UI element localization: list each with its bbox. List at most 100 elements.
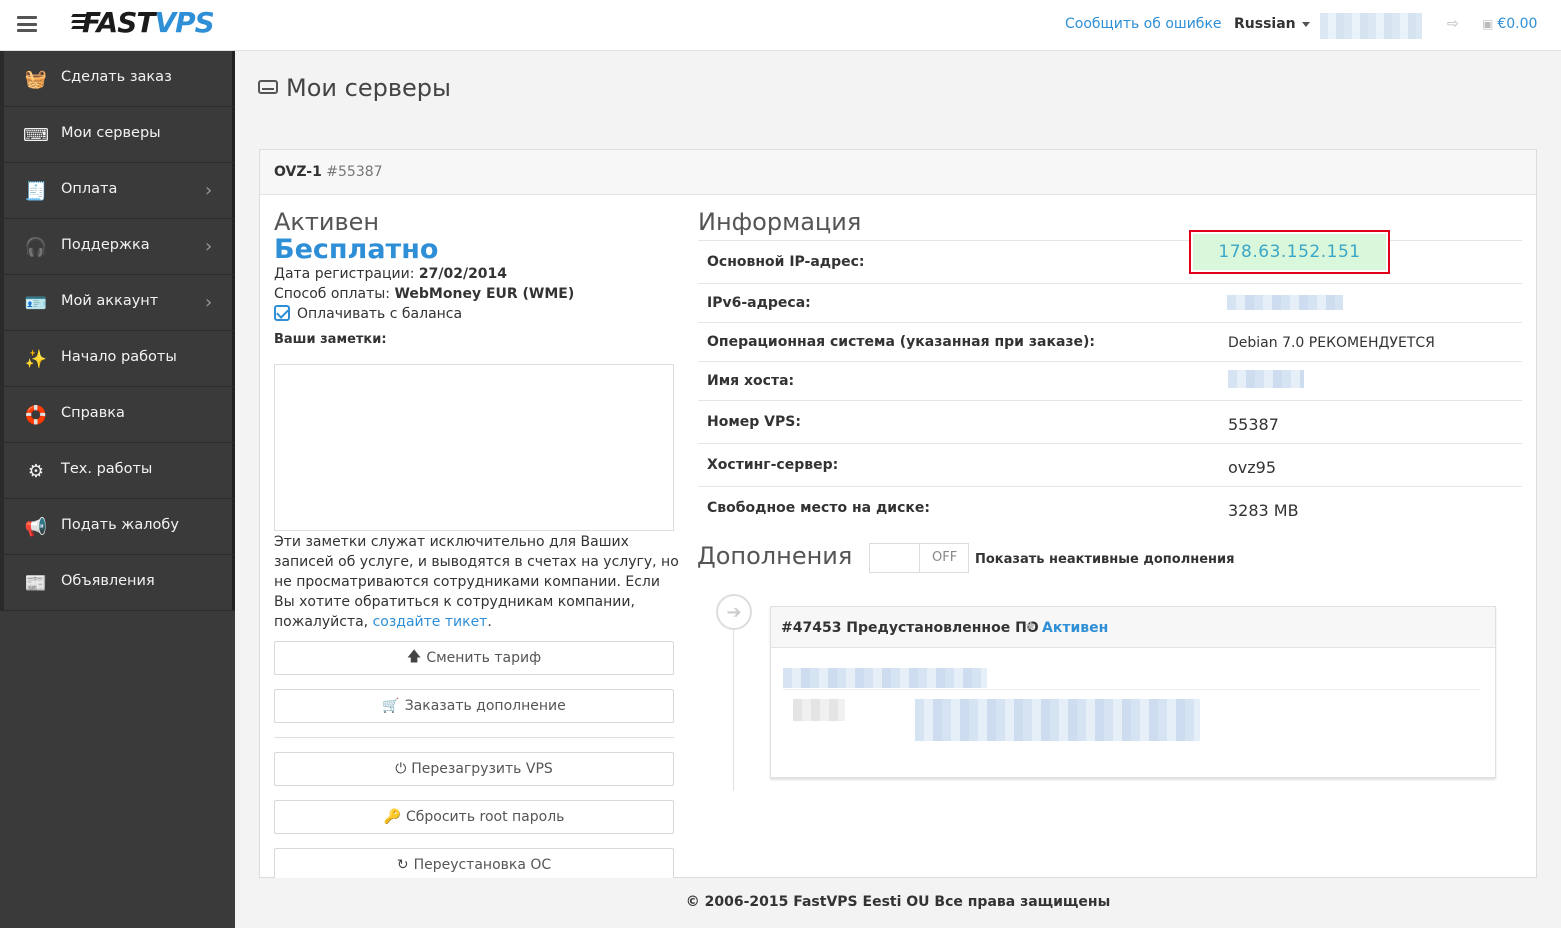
- addon-status: Активен: [1042, 620, 1109, 636]
- logout-icon[interactable]: ⇨: [1447, 16, 1459, 32]
- lifebuoy-icon: 🛟: [24, 404, 48, 426]
- invoice-icon: 🧾: [24, 180, 48, 202]
- cart-icon: 🛒: [382, 698, 400, 714]
- sidebar-item-7[interactable]: 🛟 Справка: [0, 387, 235, 443]
- menu-toggle-icon[interactable]: [17, 16, 37, 32]
- checkbox-checked-icon: [274, 305, 290, 321]
- server-number: #55387: [326, 164, 383, 180]
- sidebar-item-label: Тех. работы: [61, 461, 153, 477]
- sidebar-item-label: Мои серверы: [61, 125, 161, 141]
- info-label: Хостинг-сервер:: [707, 456, 839, 473]
- megaphone-icon: 📢: [24, 516, 48, 538]
- notes-help-text: Эти заметки служат исключительно для Ваш…: [274, 534, 679, 630]
- server-status: Активен: [274, 208, 380, 236]
- addon-value-redacted: [915, 699, 1200, 741]
- page-title: Мои серверы: [258, 74, 451, 102]
- toggle-state: OFF: [932, 550, 958, 565]
- hostname-redacted: [1228, 370, 1304, 388]
- sidebar-item-6[interactable]: ✨ Начало работы: [0, 331, 235, 387]
- sidebar-item-1[interactable]: 🧺 Сделать заказ: [0, 51, 235, 107]
- magic-wand-icon: ✨: [24, 348, 48, 370]
- top-bar: FASTVPS Сообщить об ошибке Russian ⇨ ▣ €0…: [0, 0, 1561, 51]
- info-row: Основной IP-адрес:: [698, 240, 1522, 283]
- info-value: Debian 7.0 РЕКОМЕНДУЕТСЯ: [1228, 334, 1435, 351]
- id-card-icon: 🪪: [24, 292, 48, 314]
- sidebar-item-3[interactable]: 🧾 Оплата ›: [0, 163, 235, 219]
- addon-card-header: #47453 Предустановленное ПО ★ Активен: [771, 607, 1495, 648]
- addon-card: #47453 Предустановленное ПО ★ Активен: [770, 606, 1496, 778]
- server-name: OVZ-1: [274, 164, 322, 180]
- sidebar-item-label: Оплата: [61, 181, 118, 197]
- basket-icon: 🧺: [24, 68, 48, 90]
- info-value: ovz95: [1228, 457, 1277, 477]
- info-label: IPv6-адреса:: [707, 294, 811, 311]
- sidebar-item-5[interactable]: 🪪 Мой аккаунт ›: [0, 275, 235, 331]
- sidebar-item-2[interactable]: ⌨ Мои серверы: [0, 107, 235, 163]
- toggle-label: Показать неактивные дополнения: [975, 552, 1235, 567]
- gear-icon: ⚙: [27, 460, 45, 482]
- sidebar-item-8[interactable]: ⚙ Тех. работы: [0, 443, 235, 499]
- info-row: Операционная система (указанная при зака…: [698, 322, 1522, 361]
- footer: © 2006-2015 FastVPS Eesti OU Все права з…: [235, 878, 1561, 928]
- inactive-addons-toggle[interactable]: OFF: [869, 543, 969, 573]
- timeline-line: [733, 625, 734, 791]
- notes-textarea[interactable]: [274, 364, 674, 531]
- info-title: Информация: [698, 208, 862, 236]
- addons-title: Дополнения: [697, 542, 853, 570]
- user-name-redacted[interactable]: [1320, 13, 1422, 39]
- sidebar-item-10[interactable]: 📰 Объявления: [0, 555, 235, 611]
- sidebar-item-9[interactable]: 📢 Подать жалобу: [0, 499, 235, 555]
- addon-label-redacted: [793, 699, 845, 721]
- info-row: Свободное место на диске: 3283 MB: [698, 486, 1522, 529]
- info-label: Операционная система (указанная при зака…: [707, 333, 1096, 350]
- language-selector[interactable]: Russian: [1234, 16, 1310, 32]
- info-label: Номер VPS:: [707, 413, 801, 430]
- sidebar-item-label: Объявления: [61, 573, 155, 589]
- sidebar-item-4[interactable]: 🎧 Поддержка ›: [0, 219, 235, 275]
- reboot-vps-button[interactable]: ⏻ Перезагрузить VPS: [274, 752, 674, 786]
- language-label: Russian: [1234, 16, 1296, 32]
- star-icon[interactable]: ★: [1025, 619, 1037, 634]
- toggle-knob: [870, 544, 920, 572]
- primary-ip-value[interactable]: 178.63.152.151: [1193, 234, 1386, 270]
- sidebar-item-label: Сделать заказ: [61, 69, 172, 85]
- info-label: Свободное место на диске:: [707, 499, 930, 516]
- arrow-right-circle-icon: ➔: [716, 594, 752, 630]
- copyright: © 2006-2015 FastVPS Eesti OU Все права з…: [685, 894, 1111, 910]
- server-price: Бесплатно: [274, 234, 439, 265]
- key-icon: 🔑: [383, 809, 401, 825]
- payment-method: Способ оплаты: WebMoney EUR (WME): [274, 286, 575, 302]
- reinstall-os-button[interactable]: ↻ Переустановка ОС: [274, 848, 674, 882]
- registration-date: Дата регистрации: 27/02/2014: [274, 266, 508, 282]
- info-value: 55387: [1228, 414, 1279, 434]
- keyboard-icon: ⌨: [23, 124, 49, 146]
- logo[interactable]: FASTVPS: [82, 6, 215, 39]
- info-table: Основной IP-адрес: IPv6-адреса: Операционн…: [698, 240, 1522, 529]
- balance-amount: €0.00: [1497, 16, 1538, 32]
- addon-details-redacted: [783, 668, 987, 688]
- sidebar-item-label: Поддержка: [61, 237, 150, 253]
- pay-from-balance-checkbox[interactable]: Оплачивать с баланса: [274, 305, 462, 322]
- create-ticket-link[interactable]: создайте тикет: [373, 614, 488, 630]
- sidebar-item-label: Начало работы: [61, 349, 177, 365]
- notes-label: Ваши заметки:: [274, 332, 387, 347]
- newspaper-icon: 📰: [24, 572, 48, 594]
- sidebar-item-label: Мой аккаунт: [61, 293, 159, 309]
- info-value: 3283 MB: [1228, 500, 1299, 520]
- divider: [274, 737, 674, 738]
- caret-down-icon: [1301, 21, 1310, 27]
- reset-root-password-button[interactable]: 🔑 Сбросить root пароль: [274, 800, 674, 834]
- primary-ip-highlight: 178.63.152.151: [1189, 230, 1390, 274]
- order-addon-button[interactable]: 🛒 Заказать дополнение: [274, 689, 674, 723]
- report-error-link[interactable]: Сообщить об ошибке: [1065, 16, 1222, 32]
- headphones-icon: 🎧: [24, 236, 48, 258]
- info-row: Хостинг-сервер: ovz95: [698, 443, 1522, 486]
- balance[interactable]: ▣ €0.00: [1482, 16, 1537, 32]
- chevron-right-icon: ›: [205, 292, 213, 313]
- refresh-icon: ↻: [396, 857, 409, 873]
- sidebar-item-label: Подать жалобу: [61, 517, 179, 533]
- hdd-icon: [258, 80, 278, 94]
- chevron-right-icon: ›: [205, 236, 213, 257]
- info-label: Основной IP-адрес:: [707, 253, 865, 270]
- change-plan-button[interactable]: 🡅 Сменить тариф: [274, 641, 674, 675]
